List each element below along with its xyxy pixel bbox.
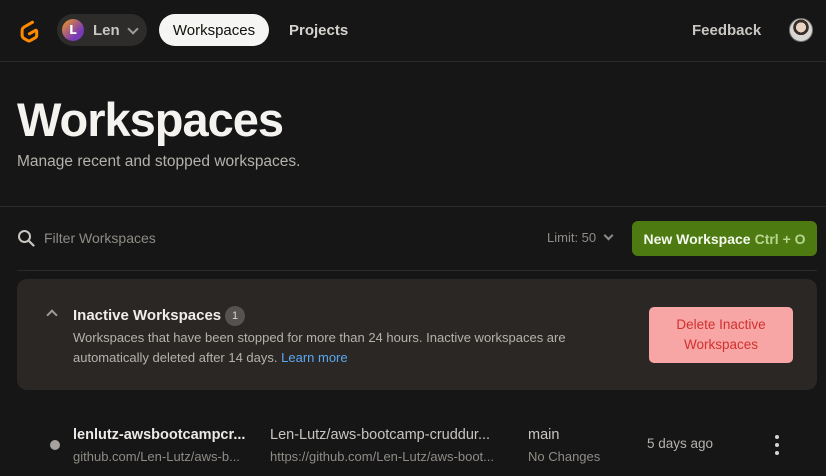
divider — [17, 270, 817, 271]
limit-label: Limit: 50 — [547, 230, 597, 245]
new-workspace-label: New Workspace — [643, 230, 751, 247]
workspace-last-active: 5 days ago — [647, 436, 714, 451]
feedback-link[interactable]: Feedback — [692, 14, 761, 46]
inactive-count-badge: 1 — [225, 306, 245, 326]
org-avatar: L — [62, 19, 84, 41]
status-indicator — [50, 440, 60, 450]
workspace-branch: main — [528, 427, 560, 443]
nav-workspaces[interactable]: Workspaces — [159, 14, 269, 46]
workspace-row[interactable]: lenlutz-awsbootcampcr... github.com/Len-… — [17, 410, 817, 476]
page-title: Workspaces — [17, 93, 284, 146]
top-nav-bar: L Len Workspaces Projects Feedback — [0, 0, 826, 62]
workspace-repo-url: https://github.com/Len-Lutz/aws-boot... — [270, 449, 495, 464]
org-switcher[interactable]: L Len — [57, 14, 147, 46]
limit-select[interactable]: Limit: 50 — [547, 230, 614, 245]
inactive-title: Inactive Workspaces — [73, 307, 222, 324]
inactive-workspaces-panel: Inactive Workspaces 1 Workspaces that ha… — [17, 279, 817, 390]
workspace-name[interactable]: lenlutz-awsbootcampcr... — [73, 427, 263, 443]
filter-workspaces-input[interactable] — [44, 228, 344, 248]
workspace-context: github.com/Len-Lutz/aws-b... — [73, 449, 240, 464]
more-options-icon[interactable] — [772, 435, 782, 455]
learn-more-link[interactable]: Learn more — [281, 350, 347, 365]
org-name: Len — [93, 21, 120, 39]
workspace-repo: Len-Lutz/aws-bootcamp-cruddur... — [270, 427, 491, 443]
new-workspace-button[interactable]: New Workspace Ctrl + O — [632, 221, 817, 256]
chevron-up-icon[interactable] — [46, 309, 58, 321]
divider — [0, 206, 826, 207]
nav-projects[interactable]: Projects — [289, 14, 348, 46]
user-avatar[interactable] — [789, 18, 813, 42]
shortcut-hint: Ctrl + O — [754, 230, 806, 247]
chevron-down-icon — [127, 23, 139, 35]
search-icon — [18, 230, 35, 247]
chevron-down-icon — [603, 230, 614, 241]
workspace-changes: No Changes — [528, 449, 601, 464]
page-subtitle: Manage recent and stopped workspaces. — [17, 153, 301, 170]
gitpod-logo-icon[interactable] — [16, 18, 42, 44]
delete-inactive-button[interactable]: Delete Inactive Workspaces — [649, 307, 793, 363]
inactive-description: Workspaces that have been stopped for mo… — [73, 328, 613, 368]
